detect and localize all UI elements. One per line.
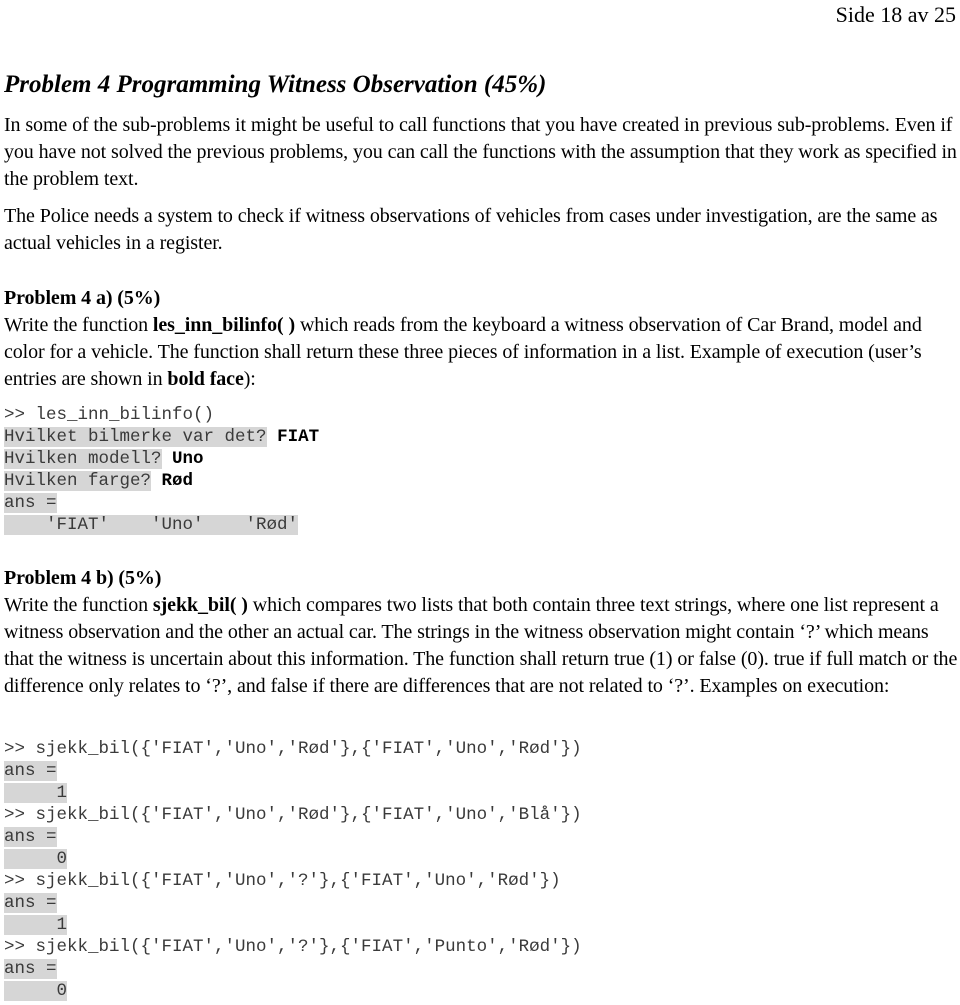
intro-paragraph: In some of the sub-problems it might be …	[4, 114, 957, 190]
code-user-input: Uno	[172, 449, 204, 469]
code-ans-line: ans =	[4, 760, 582, 782]
code-result-line: 0	[4, 980, 582, 1002]
code-ans-label: ans =	[4, 761, 57, 781]
code-result: 0	[4, 981, 68, 1001]
code-result: 'FIAT' 'Uno' 'Rød'	[4, 515, 299, 535]
code-result-line: 1	[4, 782, 582, 804]
code-result: 1	[4, 783, 68, 803]
code-user-input: FIAT	[277, 427, 320, 447]
code-command: >> sjekk_bil({'FIAT','Uno','Rød'},{'FIAT…	[4, 805, 582, 825]
part-a-bold-term: bold face	[167, 368, 244, 390]
code-user-input: Rød	[161, 471, 194, 491]
code-result: 1	[4, 915, 68, 935]
code-command: >> sjekk_bil({'FIAT','Uno','Rød'},{'FIAT…	[4, 739, 582, 759]
context-paragraph: The Police needs a system to check if wi…	[4, 205, 938, 254]
code-ans-line: ans =	[4, 958, 582, 980]
code-ans-label: ans =	[4, 493, 57, 513]
code-prompt-line: Hvilket bilmerke var det? FIAT	[4, 426, 319, 448]
code-prompt-line: Hvilken farge? Rød	[4, 470, 319, 492]
code-result-line: 'FIAT' 'Uno' 'Rød'	[4, 514, 319, 536]
code-ans-line: ans =	[4, 492, 319, 514]
part-b-section: Problem 4 b) (5%) Write the function sje…	[4, 565, 959, 700]
part-b-function-name: sjekk_bil( )	[152, 594, 248, 616]
code-result: 0	[4, 849, 68, 869]
code-command: >> les_inn_bilinfo()	[4, 405, 215, 425]
part-a-heading: Problem 4 a) (5%)	[4, 287, 161, 309]
code-prompt: Hvilket bilmerke var det?	[4, 427, 267, 447]
part-a-section: Problem 4 a) (5%) Write the function les…	[4, 285, 959, 393]
part-a-text-3: ):	[243, 368, 256, 390]
code-ans-label: ans =	[4, 893, 57, 913]
part-b-heading: Problem 4 b) (5%)	[4, 567, 162, 589]
code-prompt-line: Hvilken modell? Uno	[4, 448, 319, 470]
code-result-line: 1	[4, 914, 582, 936]
code-command: >> sjekk_bil({'FIAT','Uno','?'},{'FIAT',…	[4, 871, 561, 891]
part-b-code-examples: >> sjekk_bil({'FIAT','Uno','Rød'},{'FIAT…	[4, 738, 582, 1002]
part-a-text-1: Write the function	[4, 314, 153, 336]
code-ans-label: ans =	[4, 827, 57, 847]
part-a-function-name: les_inn_bilinfo( )	[152, 314, 296, 336]
part-a-code-example: >> les_inn_bilinfo() Hvilket bilmerke va…	[4, 404, 319, 536]
problem-title: Problem 4 Programming Witness Observatio…	[4, 71, 547, 98]
page-number: Side 18 av 25	[835, 2, 956, 27]
part-b-text-1: Write the function	[4, 594, 153, 616]
code-ans-label: ans =	[4, 959, 57, 979]
code-prompt: Hvilken modell?	[4, 449, 162, 469]
code-ans-line: ans =	[4, 826, 582, 848]
code-prompt: Hvilken farge?	[4, 471, 152, 491]
code-result-line: 0	[4, 848, 582, 870]
code-command: >> sjekk_bil({'FIAT','Uno','?'},{'FIAT',…	[4, 937, 582, 957]
code-ans-line: ans =	[4, 892, 582, 914]
